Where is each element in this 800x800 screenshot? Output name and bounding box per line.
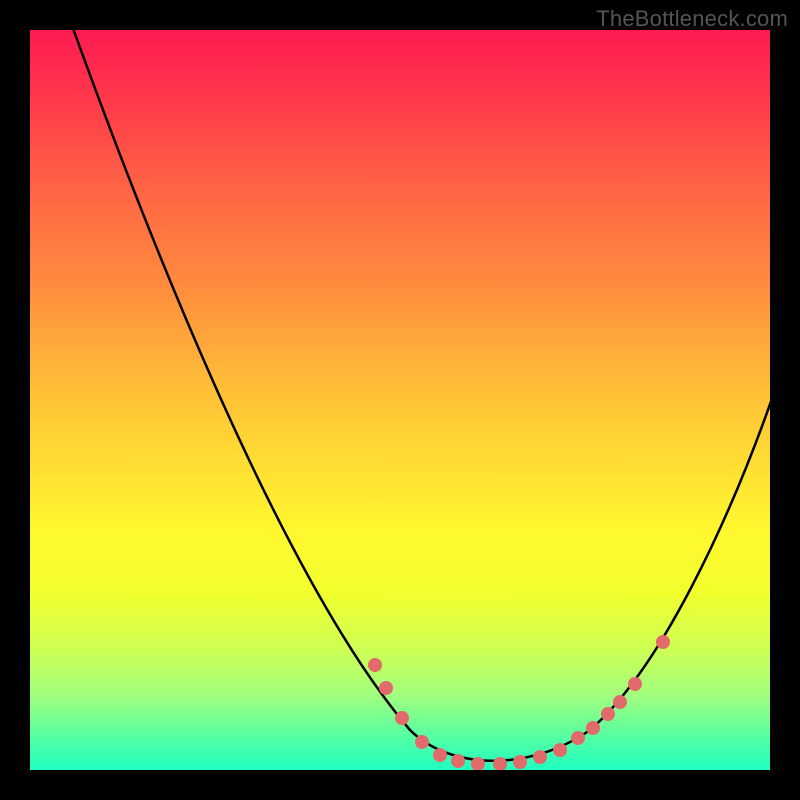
bottleneck-curve: [30, 30, 770, 770]
chart-area: [30, 30, 770, 770]
data-dot: [628, 677, 642, 691]
data-dot: [368, 658, 382, 672]
data-dot: [415, 735, 429, 749]
data-dot: [433, 748, 447, 762]
data-dot: [656, 635, 670, 649]
watermark-text: TheBottleneck.com: [596, 6, 788, 32]
curve-line: [70, 30, 770, 761]
data-dot: [451, 754, 465, 768]
data-dot: [613, 695, 627, 709]
data-dot: [553, 743, 567, 757]
data-dot: [601, 707, 615, 721]
data-dot: [379, 681, 393, 695]
data-dot: [533, 750, 547, 764]
data-dots: [368, 635, 670, 770]
data-dot: [493, 757, 507, 770]
data-dot: [571, 731, 585, 745]
data-dot: [395, 711, 409, 725]
data-dot: [513, 755, 527, 769]
data-dot: [586, 721, 600, 735]
